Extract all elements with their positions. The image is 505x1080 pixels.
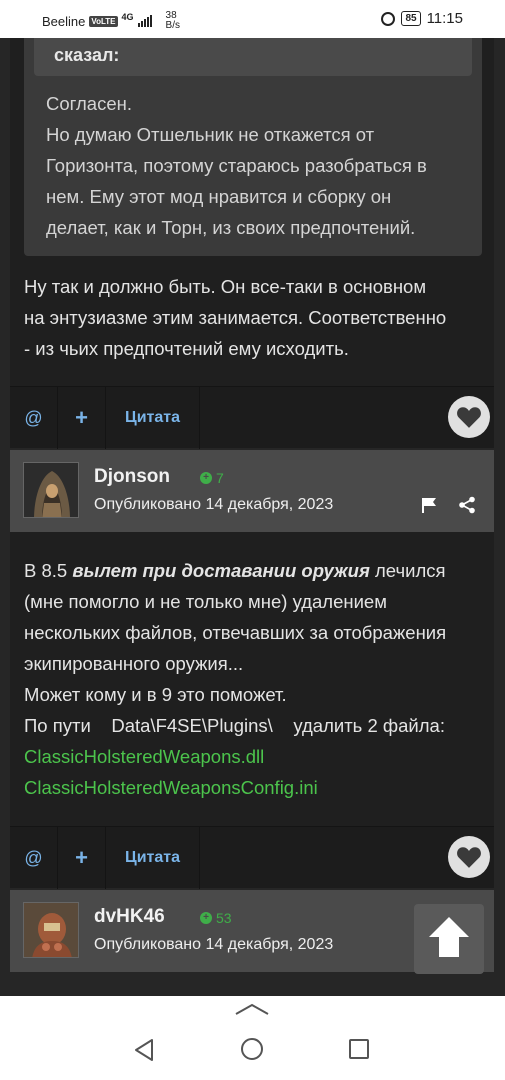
post-actions: @ + Цитата [10,386,494,449]
post-actions: @ + Цитата [10,826,494,889]
quote-button[interactable]: Цитата [106,387,200,449]
post-author-header: Djonson + 7 Опубликовано 14 декабря, 202… [10,450,494,532]
quote-line: Согласен. [46,93,132,114]
post-line: - из чьих предпочтений ему исходить. [24,338,349,359]
post-line: нескольких файлов, отвечавших за отображ… [24,622,447,643]
post-line: Может кому и в 9 это поможет. [24,684,287,705]
battery-level: 85 [405,13,417,24]
file-link[interactable]: ClassicHolsteredWeapons.dll [24,741,484,772]
battery-icon: 85 [401,11,421,26]
quote-header-text: сказал: [54,45,120,65]
post-line: (мне помогло и не только мне) удалением [24,591,387,612]
multiquote-button[interactable]: + [58,387,106,449]
recent-apps-icon[interactable] [349,1039,369,1059]
mention-button[interactable]: @ [10,387,58,449]
post-line: По пути Data\F4SE\Plugins\ удалить 2 фай… [24,715,445,736]
reputation-count: 7 [216,470,224,486]
signal-icon [137,15,152,27]
network-type: 4G [121,12,134,22]
forum-content[interactable]: сказал: Согласен. Но думаю Отшельник не … [0,38,505,996]
post-date: Опубликовано 14 декабря, 2023 [94,496,334,513]
flag-icon[interactable] [420,496,438,519]
emphasis-text: вылет при доставании оружия [72,560,370,581]
quote-line: Горизонта, поэтому стараюсь разобраться … [46,155,427,176]
scroll-to-top-button[interactable] [414,904,484,974]
clock: 11:15 [426,10,463,27]
carrier-name: Beeline [42,13,86,29]
quote-line: делает, как и Торн, из своих предпочтени… [46,217,416,238]
post-date: Опубликовано 14 декабря, 2023 [94,936,334,953]
mention-button[interactable]: @ [10,827,58,889]
quote-line: Но думаю Отшельник не откажется от [46,124,375,145]
file-link[interactable]: ClassicHolsteredWeaponsConfig.ini [24,772,484,803]
avatar[interactable] [23,902,79,958]
volte-badge: VoLTE [89,15,118,27]
reputation-count: 53 [216,910,232,926]
back-icon[interactable] [133,1038,155,1067]
heart-icon[interactable] [448,396,490,438]
status-bar: Beeline VoLTE 4G 38 B/s 85 11:15 [0,0,505,38]
post-line: экипированного оружия... [24,653,244,674]
chevron-up-icon[interactable] [234,1002,270,1021]
quote-header: сказал: [34,38,472,76]
plus-icon: + [200,912,212,924]
alarm-icon [381,11,396,26]
quote-line: нем. Ему этот мод нравится и сборку он [46,186,392,207]
post-line: на энтузиазме этим занимается. Соответст… [24,307,447,328]
arrow-up-icon [425,913,473,966]
avatar[interactable] [23,462,79,518]
heart-icon[interactable] [448,836,490,878]
reputation-badge: + 53 [200,910,232,926]
quote-button[interactable]: Цитата [106,827,200,889]
multiquote-button[interactable]: + [58,827,106,889]
post-line: Ну так и должно быть. Он все-таки в осно… [24,276,427,297]
quote-text: Согласен. Но думаю Отшельник не откажетс… [46,88,476,243]
navigation-bar [0,996,505,1080]
author-name[interactable]: dvHK46 [94,906,165,928]
post-line: В 8.5 вылет при доставании оружия лечилс… [24,560,446,581]
post-text: Ну так и должно быть. Он все-таки в осно… [24,271,484,364]
author-name[interactable]: Djonson [94,466,170,488]
reputation-badge: + 7 [200,470,224,486]
plus-icon: + [200,472,212,484]
network-speed: 38 B/s [165,10,180,31]
share-icon[interactable] [458,496,476,519]
post-text: В 8.5 вылет при доставании оружия лечилс… [24,555,484,803]
quote-block: сказал: Согласен. Но думаю Отшельник не … [24,38,482,256]
home-icon[interactable] [241,1038,263,1060]
